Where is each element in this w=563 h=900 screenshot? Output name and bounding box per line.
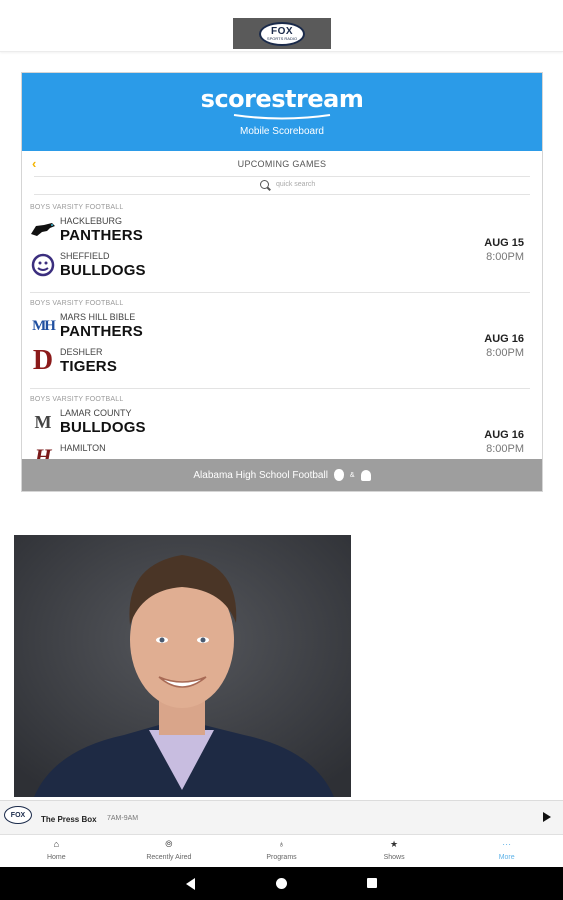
- game-datetime: AUG 15 8:00PM: [484, 237, 524, 263]
- panther-logo-icon: [30, 219, 56, 241]
- widget-toolbar: ‹ UPCOMING GAMES: [32, 151, 530, 177]
- m-logo-icon: M: [34, 411, 52, 432]
- team-row: SHEFFIELD BULLDOGS: [30, 248, 280, 282]
- now-playing-time: 7AM-9AM: [107, 815, 139, 822]
- team-name: PANTHERS: [60, 227, 143, 244]
- app-screen: FOX SPORTS RADIO scorestream Mobile Scor…: [0, 0, 563, 900]
- sport-label: BOYS VARSITY FOOTBALL: [30, 204, 124, 211]
- team-row: H HAMILTON: [30, 440, 280, 460]
- footer-label: Alabama High School Football: [193, 469, 328, 481]
- bulldog-logo-icon: [30, 253, 56, 277]
- team-row: D DESHLER TIGERS: [30, 344, 280, 378]
- scorestream-header: scorestream Mobile Scoreboard: [22, 73, 542, 151]
- nav-label: Recently Aired: [146, 854, 192, 861]
- game-date: AUG 16: [484, 333, 524, 345]
- nav-programs[interactable]: ♁ Programs: [225, 835, 338, 867]
- swoosh-icon: [233, 114, 331, 120]
- team-name: BULLDOGS: [60, 419, 146, 436]
- sport-label: BOYS VARSITY FOOTBALL: [30, 300, 124, 307]
- game-date: AUG 15: [484, 237, 524, 249]
- nav-label: Programs: [266, 854, 297, 861]
- team-city: SHEFFIELD: [60, 251, 110, 261]
- nav-label: More: [498, 854, 515, 861]
- widget-subtitle: Mobile Scoreboard: [240, 126, 324, 137]
- game-card[interactable]: BOYS VARSITY FOOTBALL MH MARS HILL BIBLE…: [30, 293, 530, 389]
- play-icon[interactable]: [543, 812, 551, 822]
- team-name: TIGERS: [60, 358, 118, 375]
- nav-home[interactable]: ⌂ Home: [0, 835, 113, 867]
- game-time: 8:00PM: [486, 443, 524, 455]
- search-placeholder: quick search: [276, 181, 316, 188]
- team-name: PANTHERS: [60, 323, 143, 340]
- games-list: BOYS VARSITY FOOTBALL HACKLEBURG PANTHER…: [22, 197, 542, 460]
- team-city: HAMILTON: [60, 443, 106, 453]
- game-date: AUG 16: [484, 429, 524, 441]
- team-row: HACKLEBURG PANTHERS: [30, 213, 280, 247]
- apple-icon[interactable]: [333, 469, 344, 481]
- now-playing-bar[interactable]: FOX The Press Box 7AM-9AM: [0, 800, 563, 834]
- team-row: M LAMAR COUNTY BULLDOGS: [30, 405, 280, 439]
- broadcast-icon: ⦾: [165, 839, 173, 849]
- game-time: 8:00PM: [486, 347, 524, 359]
- team-row: MH MARS HILL BIBLE PANTHERS: [30, 309, 280, 343]
- nav-label: Home: [46, 854, 66, 861]
- nav-more[interactable]: ··· More: [450, 835, 563, 867]
- system-navigation-bar: [0, 867, 563, 900]
- team-city: LAMAR COUNTY: [60, 408, 132, 418]
- system-recents-icon[interactable]: [367, 878, 377, 888]
- team-city: MARS HILL BIBLE: [60, 312, 136, 322]
- sport-label: BOYS VARSITY FOOTBALL: [30, 396, 124, 403]
- nav-shows[interactable]: ★ Shows: [338, 835, 451, 867]
- nav-recently-aired[interactable]: ⦾ Recently Aired: [113, 835, 226, 867]
- system-home-icon[interactable]: [276, 878, 287, 889]
- team-name: BULLDOGS: [60, 262, 146, 279]
- scorestream-logo: scorestream: [200, 85, 364, 113]
- scorestream-widget: scorestream Mobile Scoreboard ‹ UPCOMING…: [21, 72, 543, 492]
- now-playing-title: The Press Box: [41, 815, 97, 824]
- h-logo-icon: H: [34, 444, 52, 460]
- upcoming-games-title: UPCOMING GAMES: [237, 159, 327, 169]
- widget-footer[interactable]: Alabama High School Football &: [22, 459, 542, 491]
- fox-sports-radio-logo[interactable]: FOX SPORTS RADIO: [233, 18, 331, 49]
- android-icon[interactable]: [360, 469, 371, 481]
- top-app-bar: FOX SPORTS RADIO: [0, 0, 563, 52]
- team-city: DESHLER: [60, 347, 103, 357]
- quick-search-field[interactable]: quick search: [34, 177, 530, 195]
- game-datetime: AUG 16 8:00PM: [484, 429, 524, 455]
- more-icon: ···: [502, 839, 512, 849]
- game-time: 8:00PM: [486, 251, 524, 263]
- microphone-icon: ♁: [278, 839, 285, 849]
- d-logo-icon: D: [32, 345, 54, 376]
- search-icon: [260, 180, 269, 189]
- host-photo: [14, 535, 351, 797]
- game-card[interactable]: BOYS VARSITY FOOTBALL HACKLEBURG PANTHER…: [30, 197, 530, 293]
- system-back-icon[interactable]: [186, 878, 195, 890]
- bottom-navigation: ⌂ Home ⦾ Recently Aired ♁ Programs ★ Sho…: [0, 834, 563, 867]
- home-icon: ⌂: [53, 839, 60, 849]
- game-datetime: AUG 16 8:00PM: [484, 333, 524, 359]
- team-city: HACKLEBURG: [60, 216, 123, 226]
- nav-label: Shows: [383, 854, 405, 861]
- game-card[interactable]: BOYS VARSITY FOOTBALL M LAMAR COUNTY BUL…: [30, 389, 530, 460]
- mh-logo-icon: MH: [32, 317, 56, 334]
- star-icon: ★: [390, 839, 399, 849]
- fox-station-logo-icon: FOX: [4, 806, 32, 824]
- host-portrait-image: [14, 535, 351, 797]
- and-separator: &: [349, 471, 355, 479]
- fox-logo-icon: FOX SPORTS RADIO: [259, 21, 305, 46]
